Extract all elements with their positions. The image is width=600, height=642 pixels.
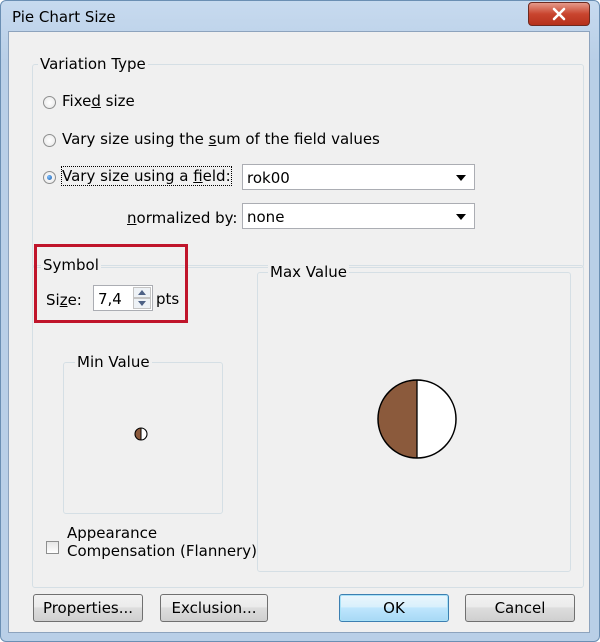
max-value-legend: Max Value [268,263,349,281]
size-label: Size: [46,291,82,309]
size-value[interactable]: 7,4 [98,290,122,308]
close-icon [552,7,566,21]
max-pie-symbol [377,379,457,459]
field-select-value: rok00 [247,169,290,187]
vary-sum-label[interactable]: Vary size using the sum of the field val… [62,130,380,148]
field-select[interactable]: rok00 [242,164,475,190]
vary-field-label[interactable]: Vary size using a field: [61,166,232,186]
normalized-by-label: normalized by: [127,209,238,227]
symbol-legend: Symbol [41,256,101,274]
spin-down-button[interactable] [133,298,151,309]
ok-button[interactable]: OK [339,594,449,622]
chevron-down-icon[interactable] [456,214,466,220]
appearance-compensation-checkbox[interactable] [46,541,59,554]
exclusion-button[interactable]: Exclusion... [160,594,268,622]
dialog-body: Variation Type Fixed size Vary size usin… [8,31,590,633]
close-button[interactable] [528,2,590,26]
vary-field-radio[interactable] [43,171,56,184]
normalized-select[interactable]: none [242,203,475,229]
size-stepper[interactable]: 7,4 [93,285,153,311]
arrow-up-icon [138,290,146,295]
title-bar[interactable]: Pie Chart Size [0,0,600,30]
spin-up-button[interactable] [133,287,151,298]
arrow-down-icon [138,301,146,306]
cancel-button[interactable]: Cancel [465,594,575,622]
min-value-legend: Min Value [75,353,152,371]
properties-button[interactable]: Properties... [33,594,143,622]
variation-type-legend: Variation Type [38,55,148,73]
fixed-size-label[interactable]: Fixed size [62,92,135,110]
fixed-size-radio[interactable] [43,96,56,109]
vary-sum-radio[interactable] [43,134,56,147]
chevron-down-icon[interactable] [456,175,466,181]
window-title: Pie Chart Size [12,8,116,26]
min-pie-symbol [134,427,148,441]
appearance-compensation-label[interactable]: Appearance Compensation (Flannery) [67,524,257,560]
size-unit: pts [156,290,180,308]
normalized-select-value: none [247,208,285,226]
